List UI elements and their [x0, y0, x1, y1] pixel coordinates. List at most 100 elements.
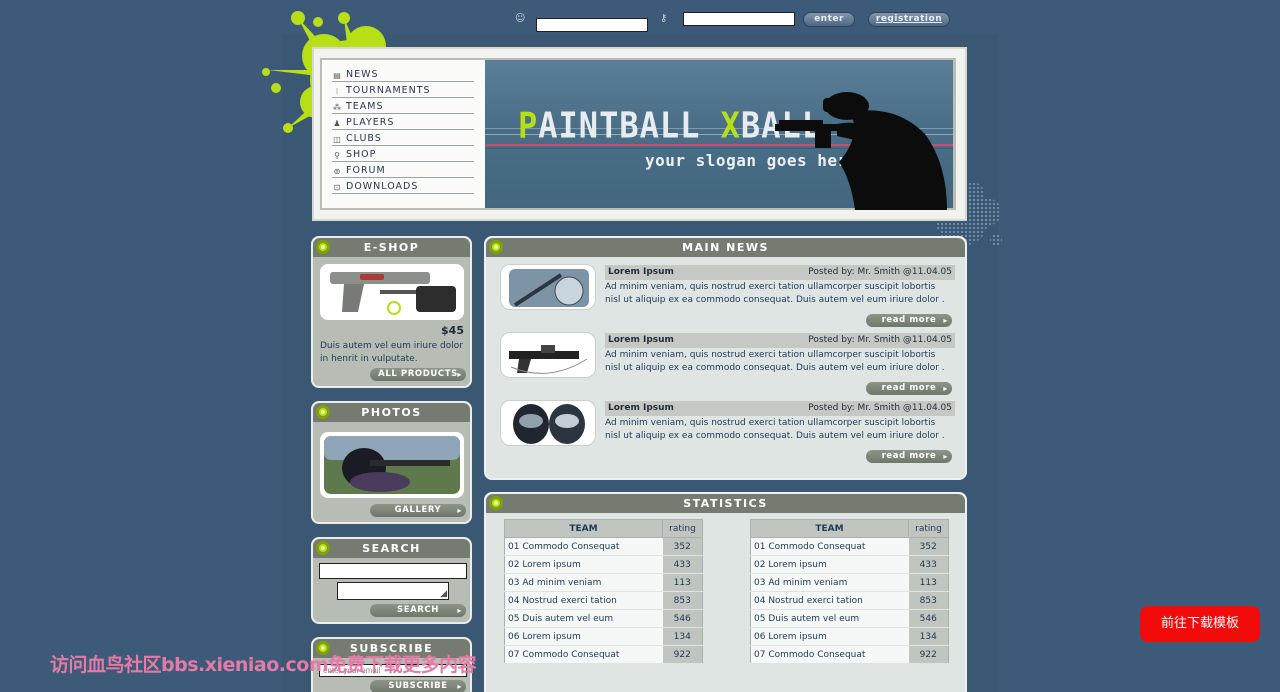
players-icon: ♟: [333, 119, 341, 128]
table-row: 04 Nostrud exerci tation 853: [750, 591, 949, 610]
menu-item-label: PLAYERS: [346, 117, 395, 128]
menu-item-forum[interactable]: ⊚ FORUM: [332, 162, 474, 178]
menu-item-downloads[interactable]: ⊡ DOWNLOADS: [332, 178, 474, 194]
gallery-button[interactable]: GALLERY: [370, 504, 466, 517]
main-news-panel: MAIN NEWS Lorem Ipsum Posted by: Mr. Smit…: [484, 236, 967, 480]
news-headline[interactable]: Lorem Ipsum: [608, 401, 674, 416]
table-row: 03 Ad minim veniam 113: [504, 573, 703, 592]
search-panel: SEARCH ◢ SEARCH: [311, 537, 472, 624]
clubs-icon: ◫: [333, 135, 341, 144]
username-input[interactable]: [536, 18, 648, 32]
photo-thumbnail[interactable]: [320, 432, 464, 498]
search-header: SEARCH: [313, 539, 470, 558]
menu-item-label: NEWS: [346, 69, 379, 80]
menu-item-players[interactable]: ♟ PLAYERS: [332, 114, 474, 130]
team-cell: 03 Ad minim veniam: [504, 573, 663, 592]
rating-cell: 853: [662, 591, 703, 610]
table-row: 05 Duis autem vel eum 546: [750, 609, 949, 628]
statistics-table: TEAM rating 01 Commodo Consequat 352 02 Lore…: [504, 519, 703, 664]
table-row: 07 Commodo Consequat 922: [504, 645, 703, 664]
eshop-header: E-SHOP: [313, 238, 470, 257]
search-title: SEARCH: [362, 542, 421, 555]
team-cell: 05 Duis autem vel eum: [750, 609, 909, 628]
eshop-product-image[interactable]: [320, 264, 464, 320]
menu-item-teams[interactable]: ⁂ TEAMS: [332, 98, 474, 114]
team-cell: 02 Lorem ipsum: [504, 555, 663, 574]
news-thumbnail[interactable]: [500, 400, 596, 446]
menu-item-tournaments[interactable]: ⁝ TOURNAMENTS: [332, 82, 474, 98]
news-thumbnail[interactable]: [500, 264, 596, 310]
page: ☺ ⚷ enter registration ▤ NEWS ⁝ TOURNAMENTS…: [0, 0, 1280, 692]
menu-item-label: FORUM: [346, 165, 386, 176]
download-template-button[interactable]: 前往下载模板: [1140, 606, 1260, 642]
read-more-button[interactable]: read more: [866, 382, 952, 395]
menu-item-label: SHOP: [346, 149, 377, 160]
news-headline[interactable]: Lorem Ipsum: [608, 265, 674, 280]
rating-column-header: rating: [662, 519, 703, 538]
news-body: Ad minim veniam, quis nostrud exerci tat…: [605, 282, 945, 305]
team-cell: 04 Nostrud exerci tation: [504, 591, 663, 610]
main-news-title: MAIN NEWS: [682, 241, 769, 254]
rating-cell: 352: [908, 537, 949, 556]
photos-title: PHOTOS: [361, 406, 422, 419]
news-meta: Posted by: Mr. Smith @11.04.05: [808, 403, 952, 413]
news-thumbnail[interactable]: [500, 332, 596, 378]
rating-cell: 134: [662, 627, 703, 646]
news-image: [509, 269, 589, 307]
team-cell: 06 Lorem ipsum: [750, 627, 909, 646]
bullet-icon: [489, 496, 503, 510]
team-cell: 01 Commodo Consequat: [750, 537, 909, 556]
team-cell: 03 Ad minim veniam: [750, 573, 909, 592]
table-row: 02 Lorem ipsum 433: [750, 555, 949, 574]
news-body: Ad minim veniam, quis nostrud exerci tat…: [605, 350, 945, 373]
resize-handle-icon[interactable]: ◢: [440, 589, 447, 599]
table-header-row: TEAM rating: [750, 519, 949, 538]
search-input[interactable]: [319, 563, 467, 579]
enter-button[interactable]: enter: [803, 12, 855, 27]
all-products-button[interactable]: ALL PRODUCTS: [370, 368, 466, 381]
news-image: [509, 345, 588, 374]
menu-item-label: TEAMS: [346, 101, 384, 112]
menu-item-clubs[interactable]: ◫ CLUBS: [332, 130, 474, 146]
rating-cell: 546: [908, 609, 949, 628]
bullet-icon: [489, 240, 503, 254]
rating-cell: 433: [908, 555, 949, 574]
table-row: 01 Commodo Consequat 352: [750, 537, 949, 556]
shop-icon: ⚲: [334, 151, 340, 160]
tournaments-icon: ⁝: [335, 87, 339, 96]
news-item-header: Lorem Ipsum Posted by: Mr. Smith @11.04.0…: [605, 265, 955, 280]
team-column-header: TEAM: [750, 519, 909, 538]
news-headline[interactable]: Lorem Ipsum: [608, 333, 674, 348]
menu-item-shop[interactable]: ⚲ SHOP: [332, 146, 474, 162]
photos-header: PHOTOS: [313, 403, 470, 422]
table-row: 06 Lorem ipsum 134: [750, 627, 949, 646]
search-button[interactable]: SEARCH: [370, 604, 466, 617]
subscribe-button[interactable]: SUBSCRIBE: [370, 680, 466, 692]
rating-cell: 352: [662, 537, 703, 556]
rating-cell: 433: [662, 555, 703, 574]
forum-icon: ⊚: [333, 167, 341, 176]
bullet-icon: [316, 240, 330, 254]
eshop-price: $45: [441, 324, 464, 337]
paintball-player-silhouette: [775, 92, 947, 210]
news-icon: ▤: [333, 71, 341, 80]
eshop-panel: E-SHOP $45 Duis autem vel eum iriure dol…: [311, 236, 472, 388]
key-icon: ⚷: [660, 13, 668, 24]
password-input[interactable]: [683, 12, 795, 26]
rating-cell: 113: [662, 573, 703, 592]
team-cell: 05 Duis autem vel eum: [504, 609, 663, 628]
menu-item-news[interactable]: ▤ NEWS: [332, 66, 474, 82]
statistics-title: STATISTICS: [683, 497, 768, 510]
rating-cell: 922: [662, 645, 703, 664]
search-textarea[interactable]: ◢: [337, 582, 449, 600]
registration-button[interactable]: registration: [868, 12, 950, 27]
read-more-button[interactable]: read more: [866, 314, 952, 327]
menu-item-label: CLUBS: [346, 133, 382, 144]
eshop-description: Duis autem vel eum iriure dolor in henri…: [320, 341, 463, 364]
table-row: 02 Lorem ipsum 433: [504, 555, 703, 574]
statistics-panel: STATISTICS TEAM rating 01 Commodo Consequa…: [484, 492, 967, 692]
main-news-header: MAIN NEWS: [486, 238, 965, 257]
table-row: 06 Lorem ipsum 134: [504, 627, 703, 646]
news-meta: Posted by: Mr. Smith @11.04.05: [808, 267, 952, 277]
read-more-button[interactable]: read more: [866, 450, 952, 463]
